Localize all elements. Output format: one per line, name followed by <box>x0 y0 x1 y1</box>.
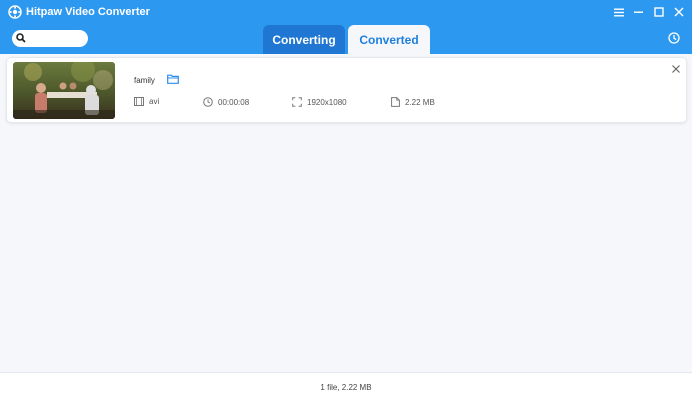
filesize-meta: 2.22 MB <box>391 97 435 107</box>
search-input[interactable] <box>12 30 88 47</box>
file-format: avi <box>149 97 160 106</box>
folder-icon[interactable] <box>167 74 179 84</box>
remove-icon[interactable] <box>671 64 681 74</box>
close-icon[interactable] <box>672 4 686 20</box>
video-thumbnail[interactable] <box>13 62 115 119</box>
file-duration: 00:00:08 <box>218 97 250 107</box>
resolution-meta: 1920x1080 <box>292 97 347 107</box>
file-name: family <box>134 76 155 85</box>
duration-meta: 00:00:08 <box>203 97 249 107</box>
tab-converted[interactable]: Converted <box>348 25 430 54</box>
resolution-icon <box>292 97 302 107</box>
format-meta: avi <box>134 97 159 106</box>
minimize-icon[interactable] <box>632 4 646 20</box>
title-bar: Hitpaw Video Converter Converting Conver… <box>0 0 692 54</box>
file-card[interactable]: family avi 00:00:08 1920x1080 2.22 MB <box>6 57 687 123</box>
file-summary: 1 file, 2.22 MB <box>320 383 372 392</box>
file-size: 2.22 MB <box>405 97 435 107</box>
maximize-icon[interactable] <box>652 4 666 20</box>
app-logo-icon <box>8 5 22 19</box>
search-icon <box>16 33 26 43</box>
file-resolution: 1920x1080 <box>307 97 347 107</box>
app-title: Hitpaw Video Converter <box>26 6 150 18</box>
history-icon[interactable] <box>668 32 680 44</box>
duration-icon <box>203 97 213 107</box>
filesize-icon <box>391 97 400 107</box>
menu-icon[interactable] <box>612 4 626 20</box>
format-icon <box>134 97 144 106</box>
status-bar: 1 file, 2.22 MB <box>0 372 692 400</box>
tab-converting[interactable]: Converting <box>263 25 345 54</box>
